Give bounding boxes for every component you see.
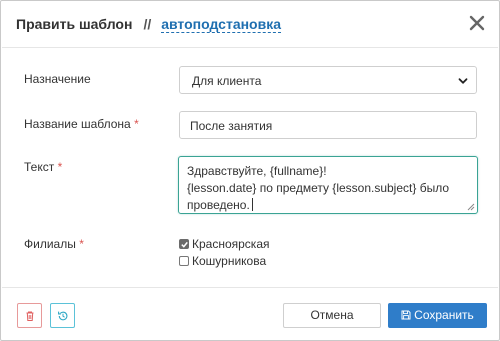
modal-header: Править шаблон // автоподстановка: [2, 2, 498, 48]
checkmark-icon: [181, 241, 188, 248]
required-mark: *: [79, 237, 84, 251]
branches-label-text: Филиалы: [24, 237, 76, 251]
template-text-area[interactable]: Здравствуйте, {fullname}! {lesson.date} …: [178, 156, 478, 214]
text-label-text: Текст: [24, 160, 55, 174]
save-button-label: Сохранить: [414, 308, 474, 322]
required-mark: *: [57, 160, 63, 174]
branch-option-label: Кошурникова: [192, 254, 267, 268]
text-line: {lesson.date} по предмету {lesson.subjec…: [187, 181, 450, 195]
cancel-button[interactable]: Отмена: [283, 303, 381, 328]
purpose-label-text: Назначение: [24, 72, 91, 86]
branch-option-krasnoyarskaya[interactable]: Красноярская: [179, 237, 270, 251]
modal-title-text: Править шаблон: [16, 16, 133, 32]
purpose-selected-value: Для клиента: [192, 74, 262, 88]
cancel-button-label: Отмена: [310, 308, 354, 322]
trash-icon: [26, 311, 34, 321]
delete-button[interactable]: [17, 303, 42, 328]
modal-footer: Отмена Сохранить: [2, 287, 498, 341]
branches-label: Филиалы *: [24, 237, 84, 251]
history-icon: [58, 311, 68, 321]
checkbox-checked[interactable]: [179, 239, 189, 249]
modal-title: Править шаблон // автоподстановка: [16, 16, 282, 33]
save-button[interactable]: Сохранить: [388, 303, 487, 328]
branch-option-koshurnikova[interactable]: Кошурникова: [179, 254, 266, 268]
history-button[interactable]: [50, 303, 75, 328]
required-mark: *: [134, 117, 139, 131]
text-line: проведено.: [187, 198, 250, 212]
text-caret: [251, 198, 253, 211]
purpose-label: Назначение: [24, 72, 91, 86]
text-label: Текст *: [24, 160, 62, 174]
template-name-input[interactable]: После занятия: [179, 111, 477, 139]
text-line-last: проведено.: [187, 197, 469, 214]
floppy-disk-icon: [401, 310, 411, 320]
branch-option-label: Красноярская: [192, 237, 270, 251]
title-separator: //: [143, 16, 152, 32]
autofill-link[interactable]: автоподстановка: [161, 16, 282, 33]
resize-handle-icon[interactable]: [467, 203, 475, 211]
text-line: Здравствуйте, {fullname}!: [187, 164, 327, 178]
chevron-down-icon: [458, 78, 468, 84]
template-name-value: После занятия: [190, 119, 273, 133]
template-name-label: Название шаблона *: [24, 117, 139, 131]
close-icon[interactable]: [466, 12, 488, 34]
checkbox-unchecked[interactable]: [179, 256, 189, 266]
purpose-select[interactable]: Для клиента: [179, 66, 477, 94]
edit-template-modal: Править шаблон // автоподстановка Назначен…: [0, 0, 500, 341]
template-name-label-text: Название шаблона: [24, 117, 131, 131]
